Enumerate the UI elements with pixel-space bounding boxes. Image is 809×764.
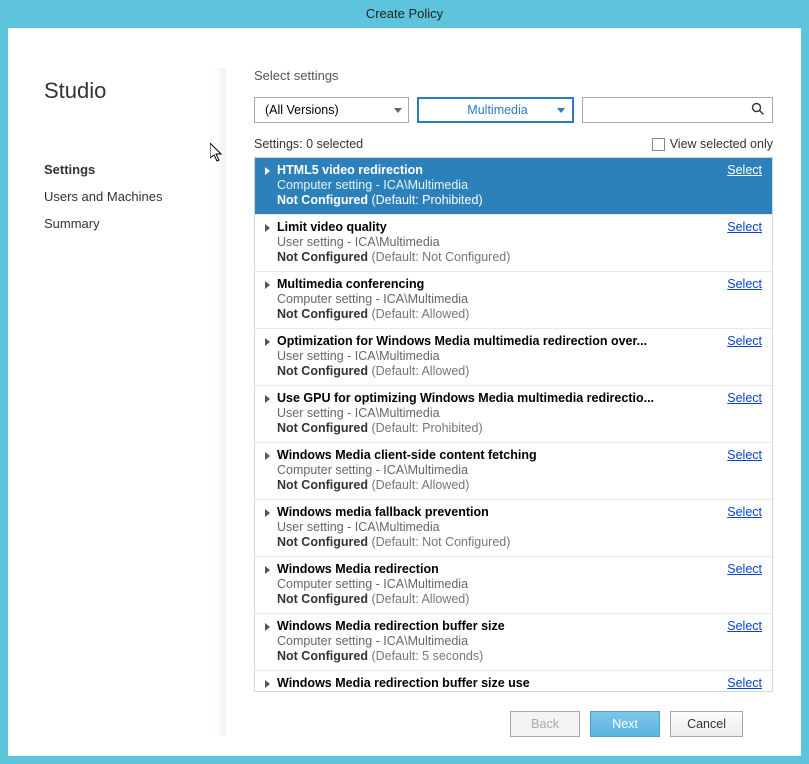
chevron-down-icon (394, 108, 402, 113)
select-link[interactable]: Select (727, 391, 762, 405)
setting-status: Not Configured (Default: Allowed) (277, 364, 762, 378)
select-link[interactable]: Select (727, 562, 762, 576)
app-title: Studio (44, 78, 226, 104)
expand-arrow-icon (265, 509, 270, 517)
setting-row[interactable]: HTML5 video redirection SelectComputer se… (255, 158, 772, 215)
view-selected-only-checkbox[interactable]: View selected only (652, 137, 773, 151)
setting-scope: Computer setting - ICA\Multimedia (277, 634, 762, 648)
expand-arrow-icon (265, 281, 270, 289)
view-selected-only-label: View selected only (670, 137, 773, 151)
expand-arrow-icon (265, 395, 270, 403)
expand-arrow-icon (265, 338, 270, 346)
expand-arrow-icon (265, 224, 270, 232)
version-filter-dropdown[interactable]: (All Versions) (254, 97, 409, 123)
main-panel: Select settings (All Versions) Multimedi… (226, 28, 801, 756)
category-filter-dropdown[interactable]: Multimedia (417, 97, 574, 123)
sidebar: Studio SettingsUsers and MachinesSummary (8, 28, 226, 756)
setting-status: Not Configured (Default: Allowed) (277, 592, 762, 606)
setting-scope: User setting - ICA\Multimedia (277, 349, 762, 363)
section-label: Select settings (254, 68, 773, 83)
setting-status: Not Configured (Default: Allowed) (277, 307, 762, 321)
setting-row[interactable]: Optimization for Windows Media multimedi… (255, 329, 772, 386)
search-input[interactable] (590, 98, 751, 122)
setting-title: Multimedia conferencing (277, 277, 424, 291)
setting-status: Not Configured (Default: Allowed) (277, 478, 762, 492)
setting-row[interactable]: Multimedia conferencing SelectComputer se… (255, 272, 772, 329)
setting-row[interactable]: Windows media fallback prevention SelectU… (255, 500, 772, 557)
settings-list[interactable]: HTML5 video redirectionSelectComputer se… (254, 157, 773, 692)
select-link[interactable]: Select (727, 334, 762, 348)
setting-scope: User setting - ICA\Multimedia (277, 520, 762, 534)
setting-title: Windows Media redirection (277, 562, 439, 576)
setting-status: Not Configured (Default: Not Configured) (277, 250, 762, 264)
setting-title: Optimization for Windows Media multimedi… (277, 334, 647, 348)
select-link[interactable]: Select (727, 220, 762, 234)
setting-status: Not Configured (Default: Prohibited) (277, 421, 762, 435)
expand-arrow-icon (265, 167, 270, 175)
expand-arrow-icon (265, 680, 270, 688)
setting-status: Not Configured (Default: Not Configured) (277, 535, 762, 549)
setting-row[interactable]: Use GPU for optimizing Windows Media mul… (255, 386, 772, 443)
setting-row[interactable]: Windows Media client-side content fetchi… (255, 443, 772, 500)
expand-arrow-icon (265, 623, 270, 631)
expand-arrow-icon (265, 566, 270, 574)
setting-title: Windows Media redirection buffer size (277, 619, 505, 633)
next-button[interactable]: Next (590, 711, 660, 737)
setting-title: Windows Media redirection buffer size us… (277, 676, 530, 690)
setting-status: Not Configured (Default: 5 seconds) (277, 649, 762, 663)
setting-title: Limit video quality (277, 220, 387, 234)
setting-row[interactable]: Windows Media redirection buffer size us… (255, 671, 772, 692)
category-filter-value: Multimedia (428, 103, 567, 117)
setting-scope: User setting - ICA\Multimedia (277, 235, 762, 249)
nav-item-summary[interactable]: Summary (44, 210, 226, 237)
back-button[interactable]: Back (510, 711, 580, 737)
setting-scope: User setting - ICA\Multimedia (277, 406, 762, 420)
settings-count: Settings: 0 selected (254, 137, 363, 151)
checkbox-icon (652, 138, 665, 151)
select-link[interactable]: Select (727, 448, 762, 462)
select-link[interactable]: Select (727, 277, 762, 291)
setting-title: Use GPU for optimizing Windows Media mul… (277, 391, 654, 405)
setting-row[interactable]: Windows Media redirection SelectComputer … (255, 557, 772, 614)
select-link[interactable]: Select (727, 505, 762, 519)
filter-row: (All Versions) Multimedia (254, 97, 773, 123)
cancel-button[interactable]: Cancel (670, 711, 743, 737)
wizard-footer: Back Next Cancel (254, 692, 773, 756)
select-link[interactable]: Select (727, 163, 762, 177)
search-icon[interactable] (751, 102, 765, 119)
expand-arrow-icon (265, 452, 270, 460)
select-link[interactable]: Select (727, 619, 762, 633)
window-title: Create Policy (0, 0, 809, 28)
search-box[interactable] (582, 97, 773, 123)
nav-item-users-and-machines[interactable]: Users and Machines (44, 183, 226, 210)
setting-scope: Computer setting - ICA\Multimedia (277, 178, 762, 192)
select-link[interactable]: Select (727, 676, 762, 690)
setting-title: Windows Media client-side content fetchi… (277, 448, 537, 462)
setting-title: HTML5 video redirection (277, 163, 423, 177)
setting-status: Not Configured (Default: Prohibited) (277, 193, 762, 207)
chevron-down-icon (557, 108, 565, 113)
setting-scope: Computer setting - ICA\Multimedia (277, 292, 762, 306)
setting-scope: Computer setting - ICA\Multimedia (277, 577, 762, 591)
setting-title: Windows media fallback prevention (277, 505, 489, 519)
setting-scope: Computer setting - ICA\Multimedia (277, 463, 762, 477)
version-filter-value: (All Versions) (265, 103, 339, 117)
nav-item-settings[interactable]: Settings (44, 156, 226, 183)
setting-row[interactable]: Windows Media redirection buffer size Sel… (255, 614, 772, 671)
setting-row[interactable]: Limit video quality SelectUser setting - … (255, 215, 772, 272)
